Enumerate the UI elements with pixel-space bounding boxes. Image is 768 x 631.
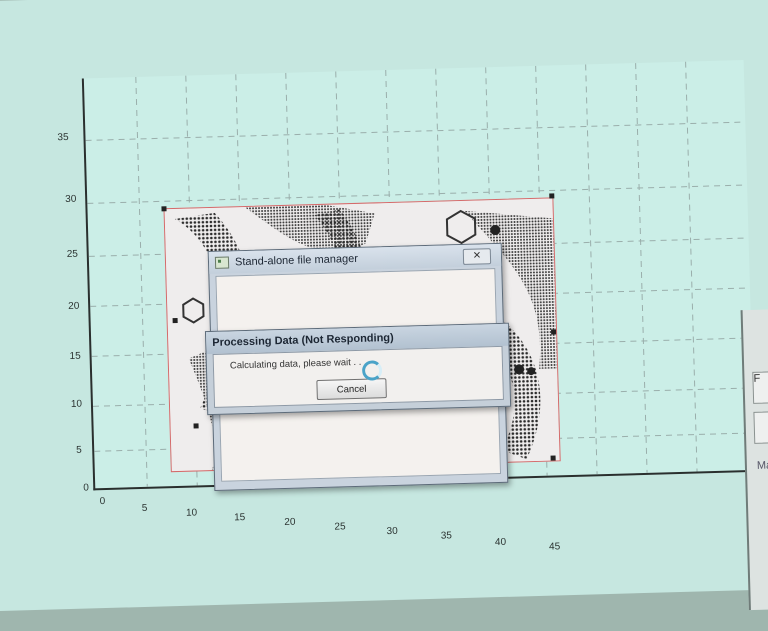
- panel-button[interactable]: F: [752, 370, 768, 404]
- selection-handle[interactable]: [551, 329, 557, 335]
- x-tick-label: 35: [440, 530, 453, 542]
- selection-handle[interactable]: [161, 206, 167, 212]
- x-tick-label: 10: [185, 507, 198, 519]
- selection-handle[interactable]: [172, 317, 178, 324]
- panel-button-label: F: [753, 372, 761, 385]
- y-tick-label: 10: [70, 398, 83, 410]
- x-tick-label: 15: [234, 512, 246, 524]
- file-manager-title: Stand-alone file manager: [234, 252, 359, 269]
- y-tick-label: 15: [69, 350, 81, 362]
- selection-handle[interactable]: [549, 193, 555, 199]
- processing-dialog-content: Calculating data, please wait . . . Canc…: [212, 345, 504, 408]
- processing-dialog-title: Processing Data (Not Responding): [212, 331, 394, 349]
- y-tick-label: 0: [83, 482, 89, 494]
- processing-dialog[interactable]: Processing Data (Not Responding) Calcula…: [204, 322, 512, 416]
- x-tick-label: 5: [141, 502, 148, 515]
- y-tick-label: 35: [57, 131, 69, 144]
- y-tick-label: 5: [76, 444, 82, 456]
- panel-label: Ma: [756, 459, 768, 472]
- app-icon: [214, 256, 230, 269]
- selection-handle[interactable]: [193, 423, 199, 429]
- selection-handle[interactable]: [550, 455, 556, 461]
- y-tick-label: 25: [66, 248, 79, 261]
- x-tick-label: 30: [386, 525, 398, 538]
- close-button[interactable]: ✕: [462, 248, 492, 265]
- x-tick-label: 0: [99, 496, 106, 508]
- desktop-screen: 35 30 25 20 15 10 5 0 0 5 10 15 20 25 30…: [0, 0, 768, 612]
- cancel-button[interactable]: Cancel: [316, 378, 387, 401]
- x-tick-label: 25: [334, 521, 346, 533]
- cancel-button-label: Cancel: [336, 383, 367, 396]
- y-tick-label: 30: [65, 193, 77, 206]
- processing-message: Calculating data, please wait . . .: [229, 356, 367, 372]
- y-tick-label: 20: [68, 300, 80, 312]
- x-tick-label: 45: [548, 541, 561, 553]
- right-side-panel: F Ma: [740, 308, 768, 611]
- panel-button[interactable]: [753, 410, 768, 444]
- x-tick-label: 20: [284, 516, 296, 529]
- x-tick-label: 40: [494, 536, 507, 549]
